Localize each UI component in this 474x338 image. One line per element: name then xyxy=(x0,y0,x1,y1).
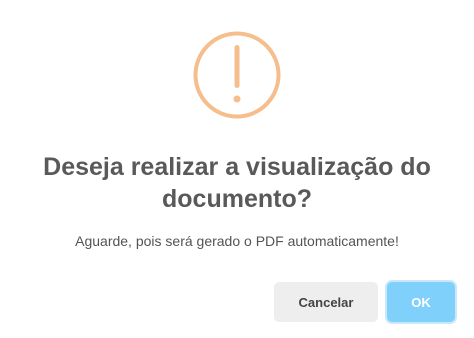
confirm-dialog: Deseja realizar a visualização do docume… xyxy=(0,0,474,338)
ok-button[interactable]: OK xyxy=(387,282,455,322)
dialog-title: Deseja realizar a visualização do docume… xyxy=(43,153,431,213)
warning-icon xyxy=(193,31,281,119)
dialog-actions: Cancelar OK xyxy=(0,282,474,322)
dialog-message: Aguarde, pois será gerado o PDF automati… xyxy=(75,233,399,249)
cancel-button[interactable]: Cancelar xyxy=(274,282,378,322)
